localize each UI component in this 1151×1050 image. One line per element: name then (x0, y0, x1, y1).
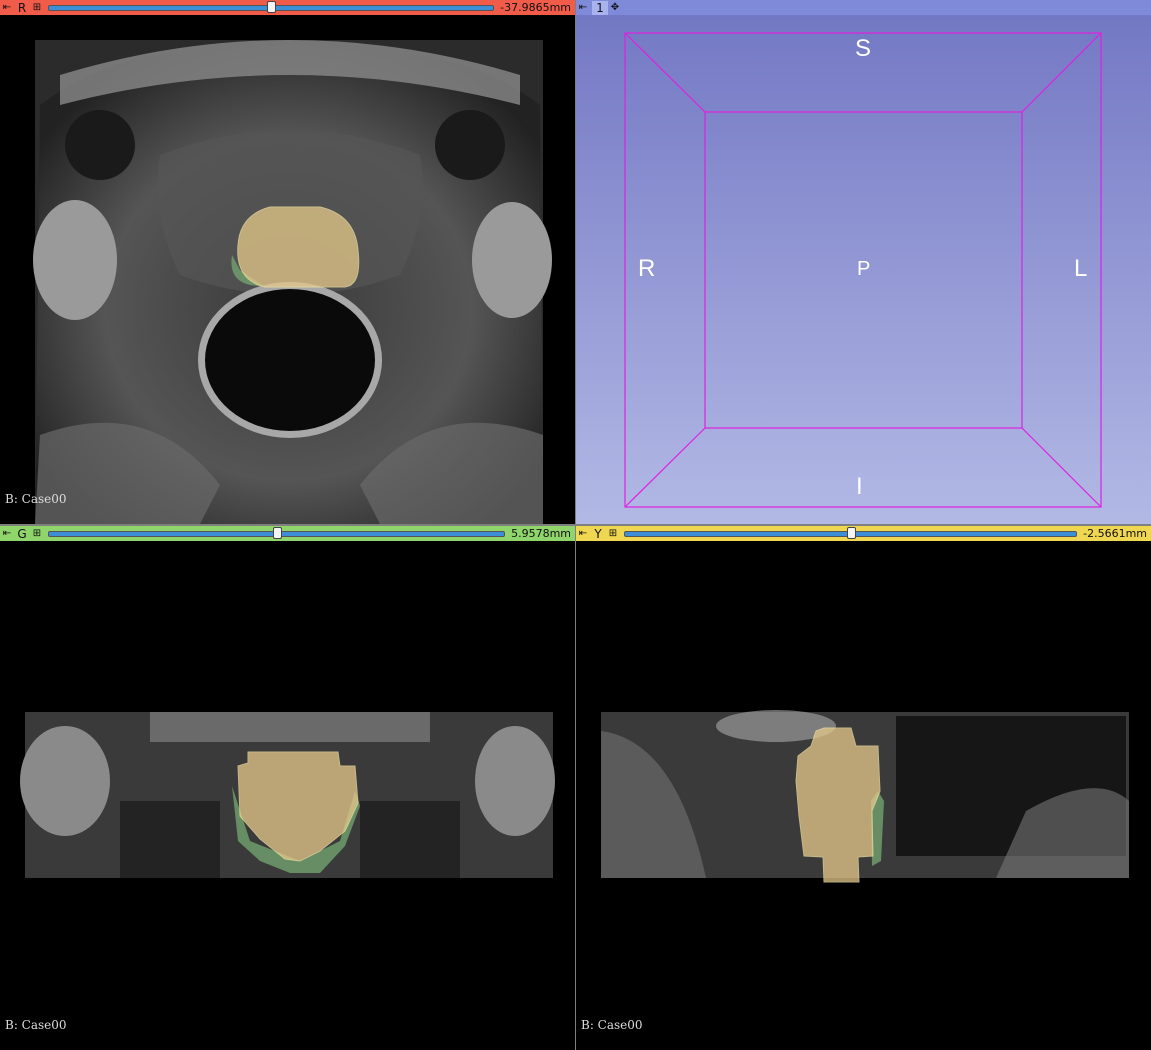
slice-view-layout: ⇤ R ⊞ -37.9865mm B: Case00 ⇤ 1 ✥ S I R L… (0, 0, 1151, 1050)
link-icon[interactable]: ⊞ (30, 526, 44, 541)
yellow-slice-view[interactable]: ⇤ Y ⊞ -2.5661mm B: Case00 (576, 526, 1151, 1050)
red-slice-controller: ⇤ R ⊞ -37.9865mm (0, 0, 575, 15)
slice-offset-value: -2.5661mm (1083, 527, 1147, 540)
slider-handle[interactable] (846, 527, 856, 539)
red-slice-view[interactable]: ⇤ R ⊞ -37.9865mm B: Case00 (0, 0, 575, 524)
3d-render-area[interactable]: S I R L P (576, 15, 1151, 524)
orientation-right: R (638, 255, 656, 282)
slider-handle[interactable] (272, 527, 282, 539)
view-label: R (17, 0, 27, 15)
link-icon[interactable]: ⊞ (30, 0, 44, 15)
green-slice-controller: ⇤ G ⊞ 5.9578mm (0, 526, 575, 541)
pin-icon[interactable]: ⇤ (0, 0, 14, 15)
pin-icon[interactable]: ⇤ (0, 526, 14, 541)
orientation-left: L (1074, 255, 1088, 282)
center-view-icon[interactable]: ✥ (608, 0, 622, 15)
slice-offset-slider[interactable] (624, 526, 1078, 541)
pin-icon[interactable]: ⇤ (576, 526, 590, 541)
slice-offset-value: -37.9865mm (500, 1, 571, 14)
view-label: 1 (592, 0, 608, 15)
background-layer-label: B: Case00 (5, 1018, 67, 1032)
orientation-posterior: P (857, 258, 871, 280)
3d-view[interactable]: ⇤ 1 ✥ S I R L P (576, 0, 1151, 524)
background-layer-label: B: Case00 (581, 1018, 643, 1032)
slider-handle[interactable] (267, 1, 277, 13)
slice-offset-slider[interactable] (48, 526, 506, 541)
background-layer-label: B: Case00 (5, 492, 67, 506)
orientation-superior: S (855, 35, 872, 62)
slice-offset-slider[interactable] (48, 0, 495, 15)
3d-view-controller: ⇤ 1 ✥ (576, 0, 1151, 15)
yellow-slice-controller: ⇤ Y ⊞ -2.5661mm (576, 526, 1151, 541)
orientation-inferior: I (856, 473, 863, 500)
sagittal-image[interactable] (576, 541, 1151, 1050)
slice-offset-value: 5.9578mm (511, 527, 571, 540)
axial-image[interactable] (0, 15, 575, 524)
pin-icon[interactable]: ⇤ (576, 0, 590, 15)
green-slice-view[interactable]: ⇤ G ⊞ 5.9578mm B: Case00 (0, 526, 575, 1050)
view-label: Y (594, 526, 602, 541)
view-label: G (17, 526, 27, 541)
coronal-image[interactable] (0, 541, 575, 1050)
link-icon[interactable]: ⊞ (606, 526, 620, 541)
